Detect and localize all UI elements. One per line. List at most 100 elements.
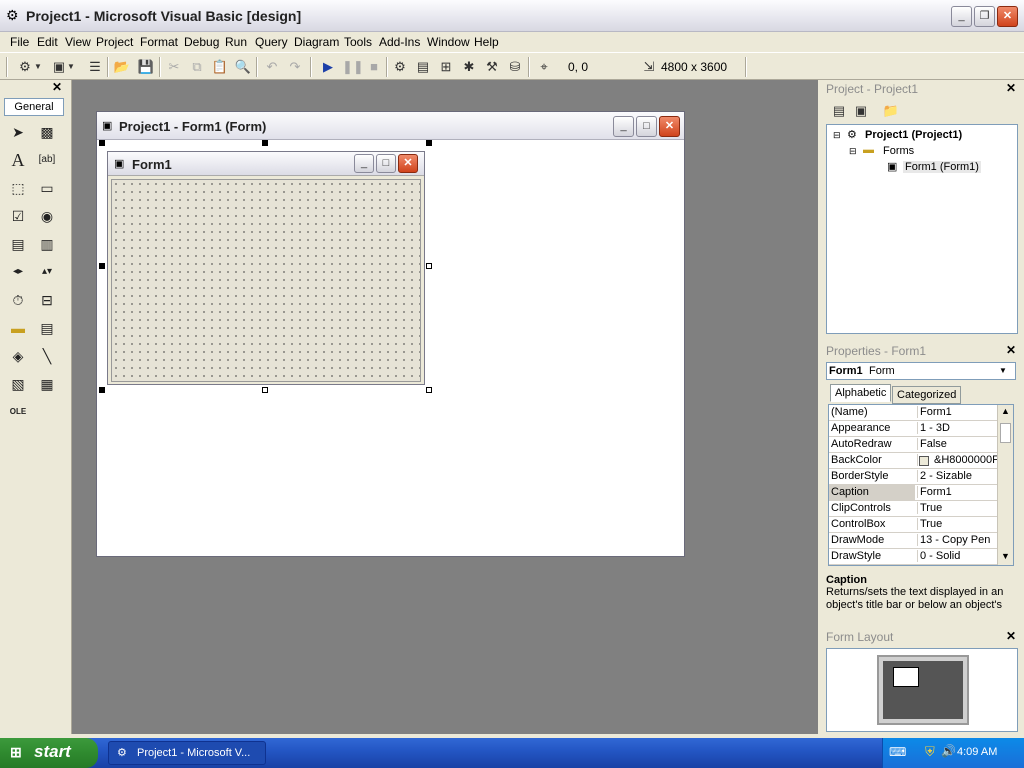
toolbox-tab-general[interactable]: General [4, 98, 64, 116]
tree-forms-folder[interactable]: Forms [883, 145, 914, 157]
scroll-thumb[interactable] [1000, 423, 1011, 443]
checkbox-icon[interactable]: ☑ [7, 205, 29, 227]
form-designer-caption[interactable]: ▣ Project1 - Form1 (Form) _ □ ✕ [97, 112, 684, 140]
designer-close-button[interactable]: ✕ [659, 116, 680, 137]
menu-query[interactable]: Query [255, 35, 288, 49]
property-row[interactable]: Appearance 1 - 3D [829, 421, 997, 437]
properties-window-icon[interactable]: ▤ [414, 58, 432, 76]
menu-add-ins[interactable]: Add-Ins [379, 35, 420, 49]
drivelistbox-icon[interactable]: ⊟ [36, 289, 58, 311]
redo-icon[interactable]: ↷ [286, 58, 304, 76]
menu-diagram[interactable]: Diagram [294, 35, 339, 49]
tab-categorized[interactable]: Categorized [892, 386, 962, 404]
form1-design-surface[interactable]: ▣ Form1 _ □ ✕ [107, 151, 425, 385]
menu-project[interactable]: Project [96, 35, 133, 49]
menu-format[interactable]: Format [140, 35, 178, 49]
menu-view[interactable]: View [65, 35, 91, 49]
property-row[interactable]: ControlBox True [829, 517, 997, 533]
form1-caption[interactable]: ▣ Form1 _ □ ✕ [108, 152, 424, 176]
save-icon[interactable]: 💾 [137, 58, 155, 76]
start-icon[interactable]: ▶ [319, 58, 337, 76]
cut-icon[interactable]: ✂ [165, 58, 183, 76]
property-row[interactable]: BackColor &H8000000F [829, 453, 997, 469]
properties-panel-close-icon[interactable]: ✕ [1004, 344, 1018, 357]
image-icon[interactable]: ▧ [7, 373, 29, 395]
tree-project-node[interactable]: Project1 (Project1) [865, 129, 962, 141]
menu-tools[interactable]: Tools [344, 35, 372, 49]
property-row[interactable]: ClipControls True [829, 501, 997, 517]
shape-icon[interactable]: ◈ [7, 345, 29, 367]
menu-help[interactable]: Help [474, 35, 499, 49]
layout-panel-close-icon[interactable]: ✕ [1004, 630, 1018, 643]
combobox-icon[interactable]: ▤ [7, 233, 29, 255]
find-icon[interactable]: 🔍 [234, 58, 252, 76]
form-layout-icon[interactable]: ⊞ [437, 58, 455, 76]
filelistbox-icon[interactable]: ▤ [36, 317, 58, 339]
dirlistbox-icon[interactable]: ▬ [7, 317, 29, 339]
collapse-icon[interactable]: ⊟ [849, 146, 857, 157]
maximize-button[interactable]: ❐ [974, 6, 995, 27]
toolbox-close-icon[interactable]: ✕ [50, 81, 64, 94]
form-position-thumb[interactable] [893, 667, 919, 687]
data-view-icon[interactable]: ⛁ [506, 58, 524, 76]
toggle-folders-icon[interactable]: 📁 [882, 102, 900, 120]
project-explorer-icon[interactable]: ⚙ [391, 58, 409, 76]
textbox-icon[interactable]: [ab] [36, 149, 58, 171]
designer-minimize-button[interactable]: _ [613, 116, 634, 137]
resize-handle-corner[interactable] [426, 387, 432, 393]
menu-window[interactable]: Window [427, 35, 470, 49]
property-row[interactable]: DrawStyle 0 - Solid [829, 549, 997, 565]
vscrollbar-icon[interactable]: ▴▾ [36, 261, 58, 283]
copy-icon[interactable]: ⧉ [188, 58, 206, 76]
commandbutton-icon[interactable]: ▭ [36, 177, 58, 199]
ole-icon[interactable]: OLE [7, 401, 29, 423]
frame-icon[interactable]: ⬚ [7, 177, 29, 199]
start-button[interactable]: ⊞ start [0, 738, 98, 768]
scroll-down-icon[interactable]: ▼ [1001, 551, 1010, 561]
resize-handle-bottom[interactable] [262, 387, 268, 393]
toolbox-icon[interactable]: ⚒ [483, 58, 501, 76]
chevron-down-icon[interactable]: ▼ [33, 58, 43, 76]
tree-form1-node[interactable]: Form1 (Form1) [903, 161, 981, 173]
close-button[interactable]: ✕ [997, 6, 1018, 27]
toolbar-grip[interactable] [6, 57, 8, 77]
object-selector[interactable]: Form1 Form ▼ [826, 362, 1016, 380]
property-row[interactable]: DrawMode 13 - Copy Pen [829, 533, 997, 549]
security-shield-icon[interactable]: ⛨ [925, 744, 935, 760]
picturebox-icon[interactable]: ▩ [36, 121, 58, 143]
undo-icon[interactable]: ↶ [263, 58, 281, 76]
chevron-down-icon[interactable]: ▼ [66, 58, 76, 76]
label-icon[interactable]: A [7, 149, 29, 171]
designer-maximize-button[interactable]: □ [636, 116, 657, 137]
property-row[interactable]: (Name) Form1 [829, 405, 997, 421]
view-code-icon[interactable]: ▤ [830, 102, 848, 120]
menu-file[interactable]: File [10, 35, 29, 49]
open-folder-icon[interactable]: 📂 [113, 58, 131, 76]
keyboard-icon[interactable]: ⌨ [889, 745, 906, 759]
speaker-icon[interactable]: 🔊 [941, 744, 956, 758]
listbox-icon[interactable]: ▥ [36, 233, 58, 255]
menu-run[interactable]: Run [225, 35, 247, 49]
menu-debug[interactable]: Debug [184, 35, 219, 49]
collapse-icon[interactable]: ⊟ [833, 130, 841, 141]
property-row[interactable]: AutoRedraw False [829, 437, 997, 453]
scroll-up-icon[interactable]: ▲ [1001, 406, 1010, 416]
add-project-icon[interactable]: ⚙ [16, 58, 34, 76]
object-browser-icon[interactable]: ✱ [460, 58, 478, 76]
line-icon[interactable]: ╲ [36, 345, 58, 367]
timer-icon[interactable]: ⏱ [7, 289, 29, 311]
form1-grid[interactable] [111, 179, 421, 382]
menu-editor-icon[interactable]: ☰ [86, 58, 104, 76]
view-object-icon[interactable]: ▣ [852, 102, 870, 120]
optionbutton-icon[interactable]: ◉ [36, 205, 58, 227]
property-row-selected[interactable]: Caption Form1 [829, 485, 997, 501]
tab-alphabetic[interactable]: Alphabetic [830, 384, 892, 402]
pointer-icon[interactable]: ➤ [7, 121, 29, 143]
menu-edit[interactable]: Edit [37, 35, 58, 49]
clock[interactable]: 4:09 AM [957, 746, 997, 758]
paste-icon[interactable]: 📋 [211, 58, 229, 76]
stop-icon[interactable]: ■ [365, 58, 383, 76]
minimize-button[interactable]: _ [951, 6, 972, 27]
property-row[interactable]: BorderStyle 2 - Sizable [829, 469, 997, 485]
chevron-down-icon[interactable]: ▼ [999, 366, 1007, 375]
